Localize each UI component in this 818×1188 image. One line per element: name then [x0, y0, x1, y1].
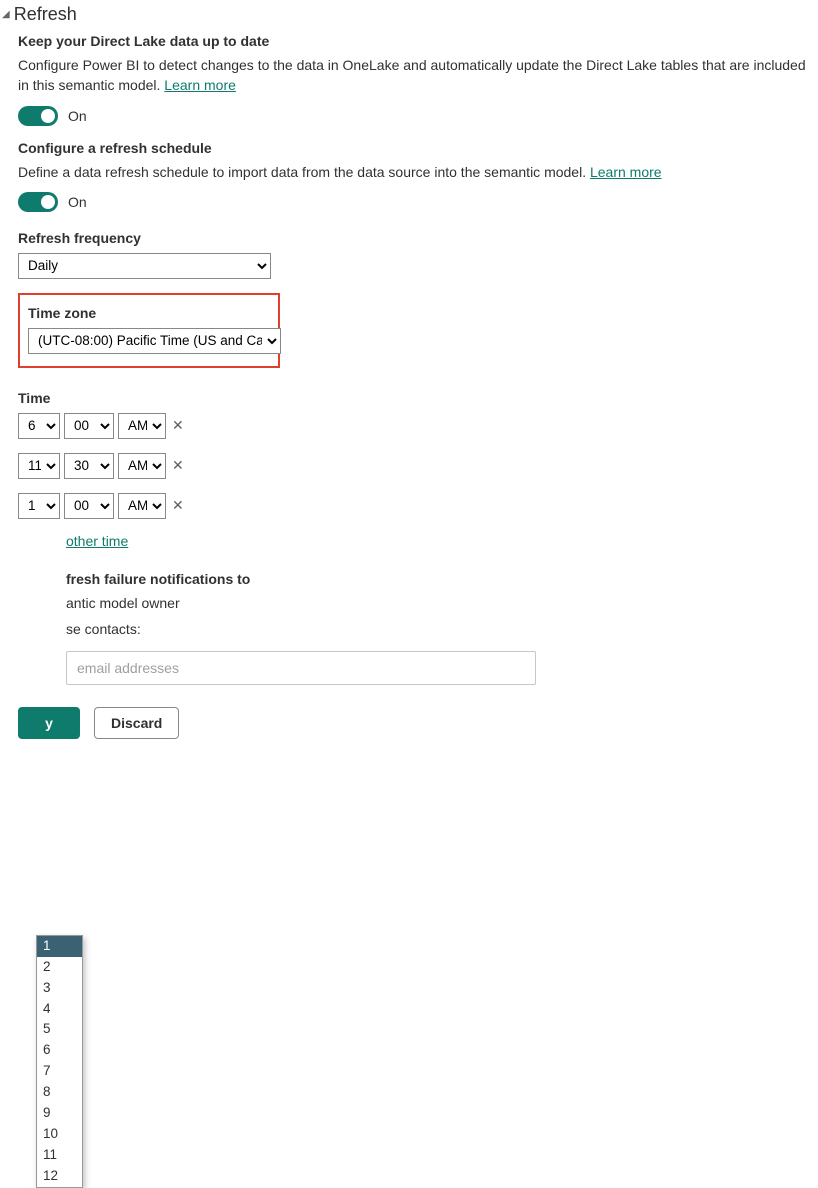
- hour-option[interactable]: 6: [37, 1040, 82, 1061]
- time-label: Time: [18, 390, 808, 406]
- hour-option[interactable]: 12: [37, 1166, 82, 1187]
- time-ampm-select-2[interactable]: AM: [118, 493, 166, 519]
- schedule-toggle[interactable]: [18, 192, 58, 212]
- schedule-learn-more-link[interactable]: Learn more: [590, 164, 662, 180]
- hour-option[interactable]: 10: [37, 1124, 82, 1145]
- contacts-checkbox-label: se contacts:: [66, 621, 141, 637]
- time-row-0: 6 00 AM ✕: [18, 413, 808, 439]
- add-another-time-link[interactable]: other time: [66, 533, 128, 549]
- hour-option[interactable]: 5: [37, 1019, 82, 1040]
- time-ampm-select-0[interactable]: AM: [118, 413, 166, 439]
- direct-lake-heading: Keep your Direct Lake data up to date: [18, 33, 808, 49]
- time-minute-select-0[interactable]: 00: [64, 413, 114, 439]
- time-minute-select-1[interactable]: 30: [64, 453, 114, 479]
- time-ampm-select-1[interactable]: AM: [118, 453, 166, 479]
- direct-lake-description: Configure Power BI to detect changes to …: [18, 55, 808, 96]
- hour-option[interactable]: 9: [37, 1103, 82, 1124]
- hour-option[interactable]: 3: [37, 978, 82, 999]
- hour-option[interactable]: 1: [37, 936, 82, 957]
- section-title: Refresh: [14, 4, 77, 25]
- owner-checkbox-label: antic model owner: [66, 595, 180, 611]
- remove-time-0[interactable]: ✕: [172, 417, 184, 434]
- chevron-down-icon: ◢: [2, 9, 10, 20]
- frequency-label: Refresh frequency: [18, 230, 808, 246]
- direct-lake-toggle[interactable]: [18, 106, 58, 126]
- schedule-toggle-label: On: [68, 194, 87, 210]
- remove-time-1[interactable]: ✕: [172, 457, 184, 474]
- schedule-heading: Configure a refresh schedule: [18, 140, 808, 156]
- direct-lake-learn-more-link[interactable]: Learn more: [164, 77, 236, 93]
- timezone-select[interactable]: (UTC-08:00) Pacific Time (US and Can: [28, 328, 281, 354]
- discard-button[interactable]: Discard: [94, 707, 179, 739]
- direct-lake-toggle-label: On: [68, 108, 87, 124]
- schedule-description-text: Define a data refresh schedule to import…: [18, 164, 590, 180]
- refresh-section-header[interactable]: ◢ Refresh: [0, 4, 818, 25]
- hour-option[interactable]: 8: [37, 1082, 82, 1103]
- frequency-select[interactable]: Daily: [18, 253, 271, 279]
- hour-option[interactable]: 2: [37, 957, 82, 978]
- remove-time-2[interactable]: ✕: [172, 497, 184, 514]
- time-minute-select-2[interactable]: 00: [64, 493, 114, 519]
- notifications-heading: fresh failure notifications to: [18, 571, 808, 587]
- hour-option[interactable]: 4: [37, 999, 82, 1020]
- email-addresses-input[interactable]: [66, 651, 536, 685]
- time-row-2: 1 00 AM ✕: [18, 493, 808, 519]
- apply-button[interactable]: y: [18, 707, 80, 739]
- timezone-label: Time zone: [28, 305, 270, 321]
- time-row-1: 11 30 AM ✕: [18, 453, 808, 479]
- time-hour-select-1[interactable]: 11: [18, 453, 60, 479]
- hour-option[interactable]: 11: [37, 1145, 82, 1166]
- direct-lake-description-text: Configure Power BI to detect changes to …: [18, 57, 806, 93]
- schedule-description: Define a data refresh schedule to import…: [18, 162, 808, 182]
- hour-option[interactable]: 7: [37, 1061, 82, 1082]
- hour-dropdown-list[interactable]: 1 2 3 4 5 6 7 8 9 10 11 12: [36, 935, 83, 1188]
- time-hour-select-0[interactable]: 6: [18, 413, 60, 439]
- timezone-highlight-box: Time zone (UTC-08:00) Pacific Time (US a…: [18, 293, 280, 368]
- time-hour-select-2[interactable]: 1: [18, 493, 60, 519]
